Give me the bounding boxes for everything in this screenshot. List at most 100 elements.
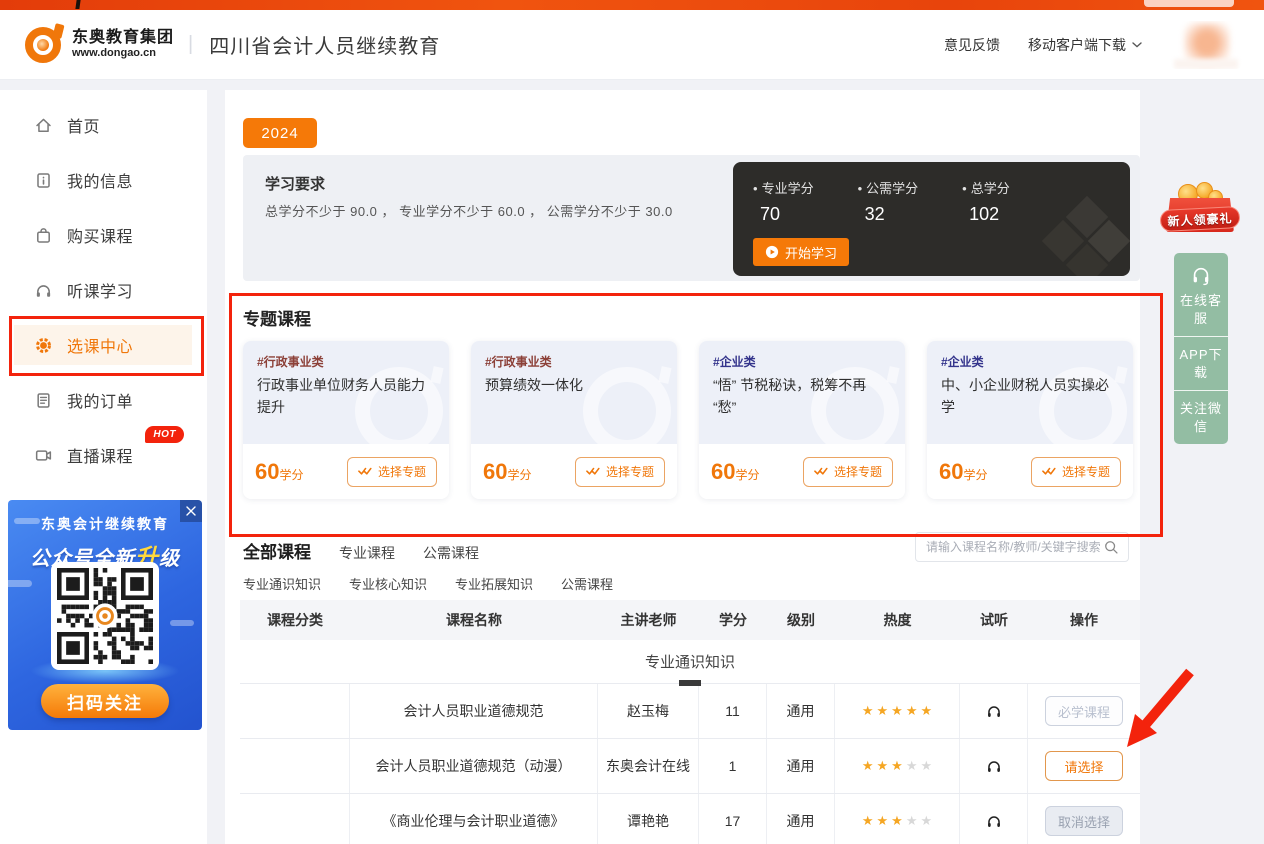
select-topic-button[interactable]: 选择专题 [1031,457,1121,487]
column-header: 课程分类 [240,610,350,630]
wechat-promo-banner[interactable]: 东奥会计继续教育 公众号全新升级 扫码关注 [8,500,202,730]
star-icon: ★ [920,812,932,830]
video-icon [34,446,53,465]
chevron-down-icon [1132,42,1142,48]
double-check-icon [1042,465,1057,479]
column-header: 热度 [835,610,960,630]
logo-title: 东奥教育集团 [72,29,174,47]
star-icon: ★ [906,702,918,720]
select-topic-button[interactable]: 选择专题 [347,457,437,487]
cell-credits: 11 [699,684,767,738]
top-banner-strip [0,0,1264,10]
select-topic-button[interactable]: 选择专题 [575,457,665,487]
table-row: 会计人员职业道德规范（动漫） 东奥会计在线 1 通用 ★★★★★ 请选择 [240,739,1140,794]
header-divider: | [188,33,193,56]
logo[interactable]: 东奥教育集团 www.dongao.cn [22,24,174,66]
sidebar-item-home[interactable]: 首页 [14,105,192,145]
topic-card: #行政事业类 行政事业单位财务人员能力提升 60学分 选择专题 [243,341,449,499]
tab-professional-courses[interactable]: 专业课程 [339,543,395,563]
star-icon: ★ [891,757,903,775]
topic-cards: #行政事业类 行政事业单位财务人员能力提升 60学分 选择专题 #行政事业类 预… [243,341,1133,499]
topic-credits: 60学分 [711,459,760,485]
must-learn-button[interactable]: 必学课程 [1045,696,1123,726]
banner-decoration [75,0,80,9]
stat-item: •总学分 102 [962,178,1010,225]
float-online-service[interactable]: 在线客服 [1174,253,1228,336]
cell-action: 取消选择 [1028,794,1140,844]
column-header: 课程名称 [350,610,598,630]
cell-rating: ★★★★★ [835,739,960,793]
topic-card: #企业类 中、小企业财税人员实操必学 60学分 选择专题 [927,341,1133,499]
star-icon: ★ [862,702,874,720]
sidebar-nav: 首页我的信息购买课程听课学习选课中心我的订单直播课程HOT [0,105,207,475]
new-user-gift-banner[interactable]: 新人领豪礼 [1160,182,1240,244]
stat-label: 总学分 [971,181,1010,196]
audition-headphones-icon[interactable] [985,757,1003,775]
headset-icon [1189,265,1213,287]
star-icon: ★ [920,757,932,775]
subtab-1[interactable]: 专业核心知识 [349,574,427,593]
topic-credits: 60学分 [255,459,304,485]
subtab-2[interactable]: 专业拓展知识 [455,574,533,593]
dongao-logo-icon [22,24,64,66]
app-download-link[interactable]: 移动客户端下载 [1028,35,1142,55]
star-icon: ★ [877,702,889,720]
course-table: 课程分类课程名称主讲老师学分级别热度试听操作 专业通识知识 会计人员职业道德规范… [240,600,1140,844]
hot-badge: HOT [145,426,184,443]
subtab-0[interactable]: 专业通识知识 [243,574,321,593]
sidebar-item-buy-courses[interactable]: 购买课程 [14,215,192,255]
cell-course-name: 《商业伦理与会计职业道德》 [350,794,598,844]
column-header: 操作 [1028,610,1140,630]
cell-rating: ★★★★★ [835,684,960,738]
sidebar-item-my-orders[interactable]: 我的订单 [14,380,192,420]
cell-audition [960,739,1028,793]
start-learning-button[interactable]: 开始学习 [753,238,849,266]
cell-teacher: 谭艳艳 [598,794,699,844]
column-header: 学分 [699,610,767,630]
logo-text: 东奥教育集团 www.dongao.cn [72,29,174,60]
page: 东奥教育集团 www.dongao.cn | 四川省会计人员继续教育 意见反馈 … [0,0,1264,844]
topic-title: “悟” 节税秘诀，税筹不再 “愁” [713,375,891,418]
audition-headphones-icon[interactable] [985,702,1003,720]
stat-value: 32 [865,204,919,225]
search-input[interactable] [924,539,1103,555]
cell-rating: ★★★★★ [835,794,960,844]
sidebar-item-live-courses[interactable]: 直播课程HOT [14,435,192,475]
play-icon [765,245,779,259]
year-tab-2024[interactable]: 2024 [243,118,317,148]
double-check-icon [358,465,373,479]
cell-category [240,739,350,793]
floating-buttons: 在线客服APP下载关注微信 [1174,253,1228,444]
app-download-label: 移动客户端下载 [1028,35,1126,55]
star-icon: ★ [920,702,932,720]
group-indicator [679,680,701,686]
topic-credits: 60学分 [483,459,532,485]
subtab-3[interactable]: 公需课程 [561,574,613,593]
headphones-icon [34,281,53,300]
user-avatar[interactable] [1170,21,1242,69]
cell-action: 请选择 [1028,739,1140,793]
select-topic-button[interactable]: 选择专题 [803,457,893,487]
stat-value: 70 [760,204,814,225]
sidebar: 首页我的信息购买课程听课学习选课中心我的订单直播课程HOT 东奥会计继续教育 公… [0,90,207,844]
sidebar-item-my-info[interactable]: 我的信息 [14,160,192,200]
sidebar-item-course-center[interactable]: 选课中心 [14,325,192,365]
feedback-link[interactable]: 意见反馈 [944,35,1000,55]
stats-list: •专业学分 70 •公需学分 32 •总学分 102 [753,178,1010,225]
close-icon[interactable] [180,500,202,522]
scan-follow-button[interactable]: 扫码关注 [41,684,169,718]
cancel-select-button[interactable]: 取消选择 [1045,806,1123,836]
float-follow-wechat[interactable]: 关注微信 [1174,390,1228,444]
tab-public-courses[interactable]: 公需课程 [423,543,479,563]
topic-card: #行政事业类 预算绩效一体化 60学分 选择专题 [471,341,677,499]
stat-item: •公需学分 32 [858,178,919,225]
stat-item: •专业学分 70 [753,178,814,225]
audition-headphones-icon[interactable] [985,812,1003,830]
tab-all-courses[interactable]: 全部课程 [243,538,311,563]
float-app-download[interactable]: APP下载 [1174,336,1228,390]
cell-category [240,794,350,844]
sidebar-item-listen-study[interactable]: 听课学习 [14,270,192,310]
star-icon: ★ [906,757,918,775]
select-button[interactable]: 请选择 [1045,751,1123,781]
search-icon[interactable] [1103,539,1120,556]
